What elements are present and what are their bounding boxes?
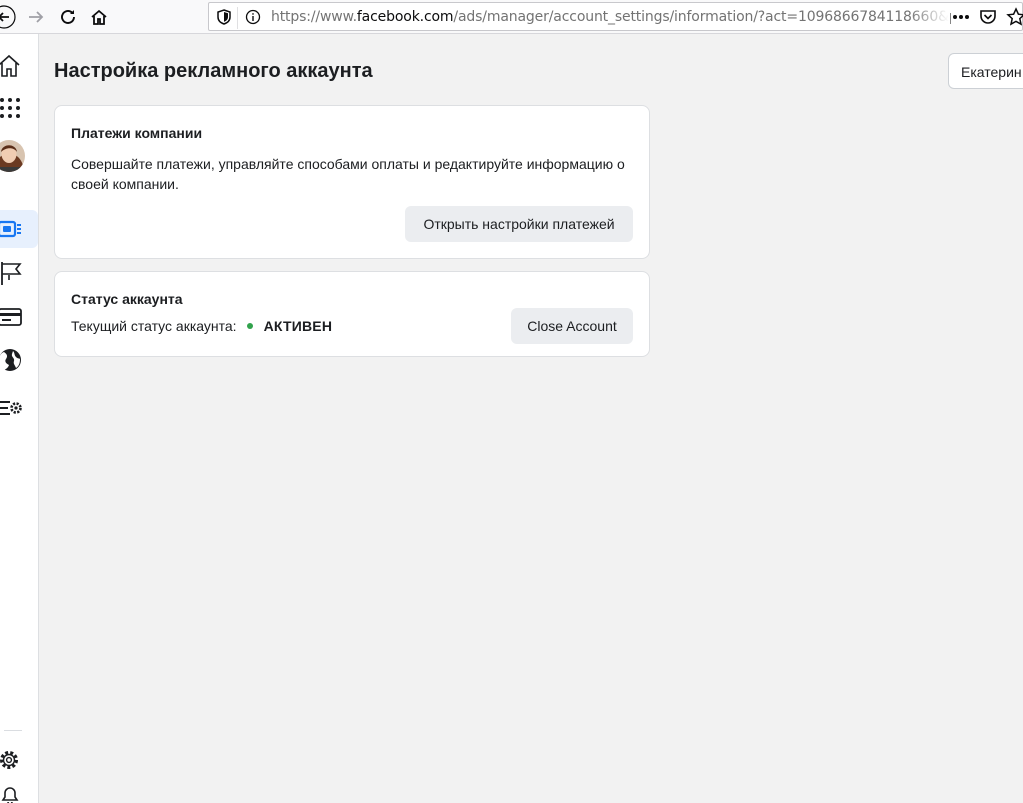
status-indicator [246, 323, 253, 329]
shield-icon[interactable] [217, 9, 231, 30]
sidebar-item-billing[interactable] [0, 306, 38, 328]
pocket-icon[interactable] [979, 8, 997, 31]
flag-icon [1, 262, 22, 285]
reload-icon [61, 10, 75, 24]
account-switcher-button[interactable]: Екатерин [948, 53, 1023, 89]
left-nav [0, 34, 39, 803]
status-label: Текущий статус аккаунта: [71, 318, 237, 334]
credit-card-icon [0, 308, 22, 326]
url-prefix: https://www. [271, 9, 357, 25]
avatar [0, 140, 25, 172]
nav-divider [4, 730, 22, 731]
payments-card-title: Платежи компании [71, 125, 203, 141]
settings-list-icon [0, 401, 22, 415]
status-badge: АКТИВЕН [263, 318, 333, 334]
ads-manager-icon [0, 220, 21, 238]
payments-card-description: Совершайте платежи, управляйте способами… [71, 156, 625, 192]
url-fade [909, 4, 949, 30]
home-icon [91, 9, 107, 25]
reload-button[interactable] [56, 5, 80, 29]
url-path: /ads/manager/account_settings/informatio… [453, 9, 951, 25]
url-text[interactable]: https://www.facebook.com/ads/manager/acc… [271, 9, 951, 25]
open-payment-settings-button[interactable]: Открыть настройки платежей [405, 206, 633, 242]
sidebar-item-business-settings[interactable] [0, 347, 38, 373]
browser-toolbar: https://www.facebook.com/ads/manager/acc… [0, 0, 1023, 34]
account-status-row: Текущий статус аккаунта: АКТИВЕН [71, 318, 332, 334]
back-button[interactable] [0, 5, 16, 29]
url-separator [237, 7, 238, 29]
page-title: Настройка рекламного аккаунта [54, 60, 373, 82]
sidebar-item-notifications[interactable] [0, 784, 38, 803]
sidebar-item-home[interactable] [0, 52, 38, 80]
grid-icon [0, 98, 20, 118]
sidebar-item-settings[interactable] [0, 748, 38, 772]
arrow-left-icon [0, 5, 16, 29]
sidebar-item-profile[interactable] [0, 138, 38, 174]
arrow-right-icon [29, 11, 44, 23]
sidebar-item-all-tools[interactable] [0, 96, 38, 120]
close-account-button[interactable]: Close Account [511, 308, 633, 344]
bell-icon [1, 787, 19, 803]
payments-card: Платежи компании Совершайте платежи, упр… [54, 105, 650, 259]
globe-icon [0, 349, 21, 371]
account-status-title: Статус аккаунта [71, 291, 183, 307]
gear-icon [0, 751, 18, 769]
home-icon [0, 54, 20, 77]
sidebar-item-ads-manager[interactable] [0, 210, 38, 248]
star-icon[interactable] [1006, 7, 1023, 32]
info-icon[interactable] [245, 9, 261, 30]
forward-button[interactable] [24, 5, 48, 29]
sidebar-item-account-settings[interactable] [0, 396, 38, 420]
account-status-card: Статус аккаунта Текущий статус аккаунта:… [54, 271, 650, 357]
more-icon[interactable] [951, 7, 971, 32]
sidebar-item-pages[interactable] [0, 260, 38, 286]
address-bar[interactable]: https://www.facebook.com/ads/manager/acc… [208, 2, 1023, 31]
home-button[interactable] [87, 5, 111, 29]
url-domain: facebook.com [356, 9, 454, 25]
